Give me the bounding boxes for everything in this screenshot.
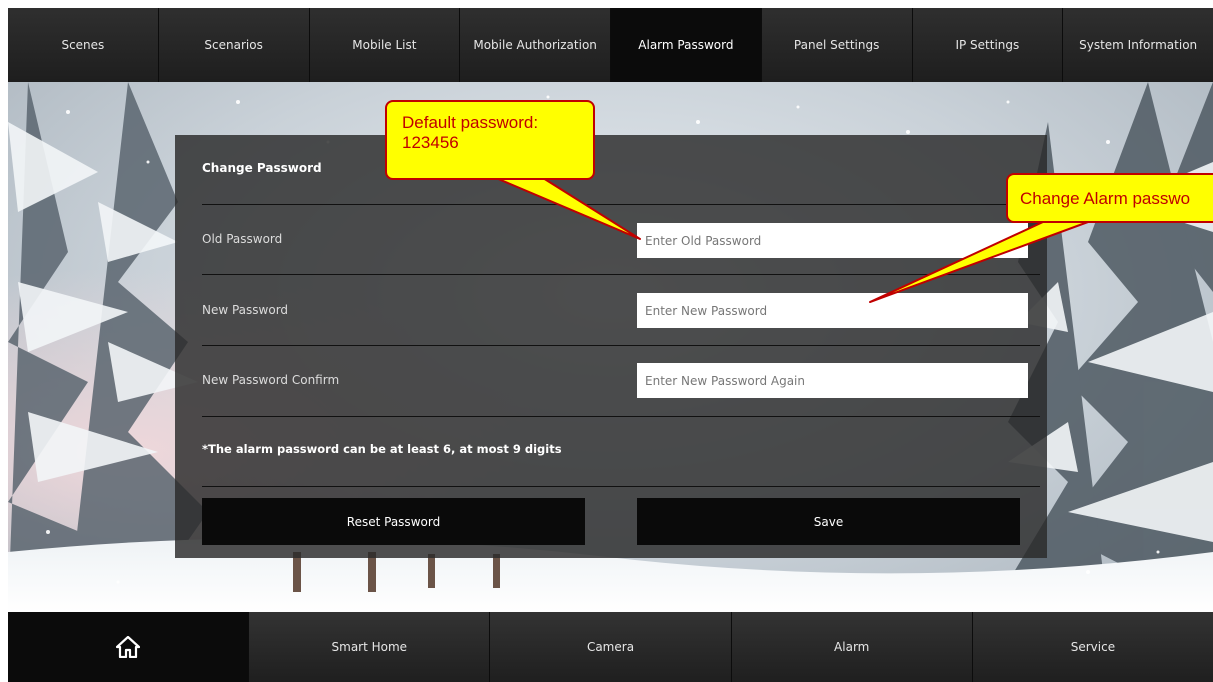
home-icon	[116, 636, 141, 658]
tab-mobile-authorization[interactable]: Mobile Authorization	[460, 8, 611, 82]
password-rule-hint: *The alarm password can be at least 6, a…	[202, 442, 562, 456]
nav-camera[interactable]: Camera	[490, 612, 732, 682]
callout-line: Default password:	[402, 113, 539, 132]
divider	[202, 274, 1040, 275]
change-alarm-password-callout: Change Alarm passwo	[1006, 173, 1213, 223]
nav-service[interactable]: Service	[973, 612, 1213, 682]
app-frame: Scenes Scenarios Mobile List Mobile Auth…	[8, 8, 1213, 682]
winter-background: Change Password Old Password New Passwor…	[8, 82, 1213, 612]
divider	[202, 486, 1040, 487]
new-password-confirm-input[interactable]	[637, 363, 1028, 398]
divider	[202, 345, 1040, 346]
new-password-confirm-label: New Password Confirm	[202, 373, 340, 387]
reset-password-button[interactable]: Reset Password	[202, 498, 585, 545]
divider	[202, 204, 1040, 205]
save-button[interactable]: Save	[637, 498, 1020, 545]
tab-scenarios[interactable]: Scenarios	[159, 8, 310, 82]
new-password-input[interactable]	[637, 293, 1028, 328]
panel-title: Change Password	[202, 161, 322, 175]
divider	[202, 416, 1040, 417]
tab-scenes[interactable]: Scenes	[8, 8, 159, 82]
tab-mobile-list[interactable]: Mobile List	[310, 8, 461, 82]
change-password-panel: Change Password Old Password New Passwor…	[175, 135, 1047, 558]
tab-panel-settings[interactable]: Panel Settings	[762, 8, 913, 82]
tab-alarm-password[interactable]: Alarm Password	[611, 8, 762, 82]
default-password-callout: Default password: 123456	[385, 100, 595, 180]
top-tab-bar: Scenes Scenarios Mobile List Mobile Auth…	[8, 8, 1213, 82]
new-password-label: New Password	[202, 303, 289, 317]
nav-smart-home[interactable]: Smart Home	[249, 612, 491, 682]
tab-ip-settings[interactable]: IP Settings	[913, 8, 1064, 82]
callout-line: Change Alarm passwo	[1020, 189, 1191, 208]
home-button[interactable]	[8, 612, 250, 682]
bottom-nav: Smart Home Camera Alarm Service	[8, 612, 1213, 682]
old-password-input[interactable]	[637, 223, 1028, 258]
nav-alarm[interactable]: Alarm	[732, 612, 973, 682]
callout-line: 123456	[402, 133, 459, 152]
old-password-label: Old Password	[202, 232, 283, 246]
tab-system-information[interactable]: System Information	[1063, 8, 1213, 82]
